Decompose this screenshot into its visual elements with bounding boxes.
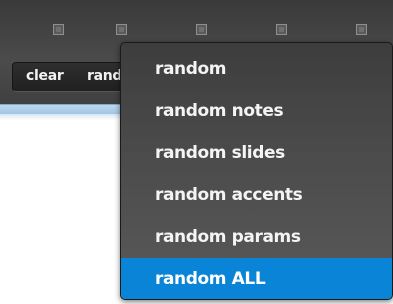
pattern-slot-icon[interactable] — [276, 24, 287, 35]
icon-row — [0, 24, 393, 40]
menu-item-random-params[interactable]: random params — [121, 216, 392, 258]
selection-strip-shadow — [0, 114, 130, 120]
menu-item-random-notes[interactable]: random notes — [121, 90, 392, 132]
random-dropdown-menu: random random notes random slides random… — [120, 42, 393, 300]
menu-item-random-all[interactable]: random ALL — [121, 258, 392, 299]
pattern-slot-icon[interactable] — [356, 24, 367, 35]
pattern-slot-icon[interactable] — [196, 24, 207, 35]
menu-item-random-slides[interactable]: random slides — [121, 132, 392, 174]
menu-item-random[interactable]: random — [121, 48, 392, 90]
pattern-slot-icon[interactable] — [53, 24, 64, 35]
app-window: clear random copy paste import random ra… — [0, 0, 393, 304]
menu-item-random-accents[interactable]: random accents — [121, 174, 392, 216]
clear-button[interactable]: clear — [26, 67, 64, 85]
pattern-slot-icon[interactable] — [116, 24, 127, 35]
